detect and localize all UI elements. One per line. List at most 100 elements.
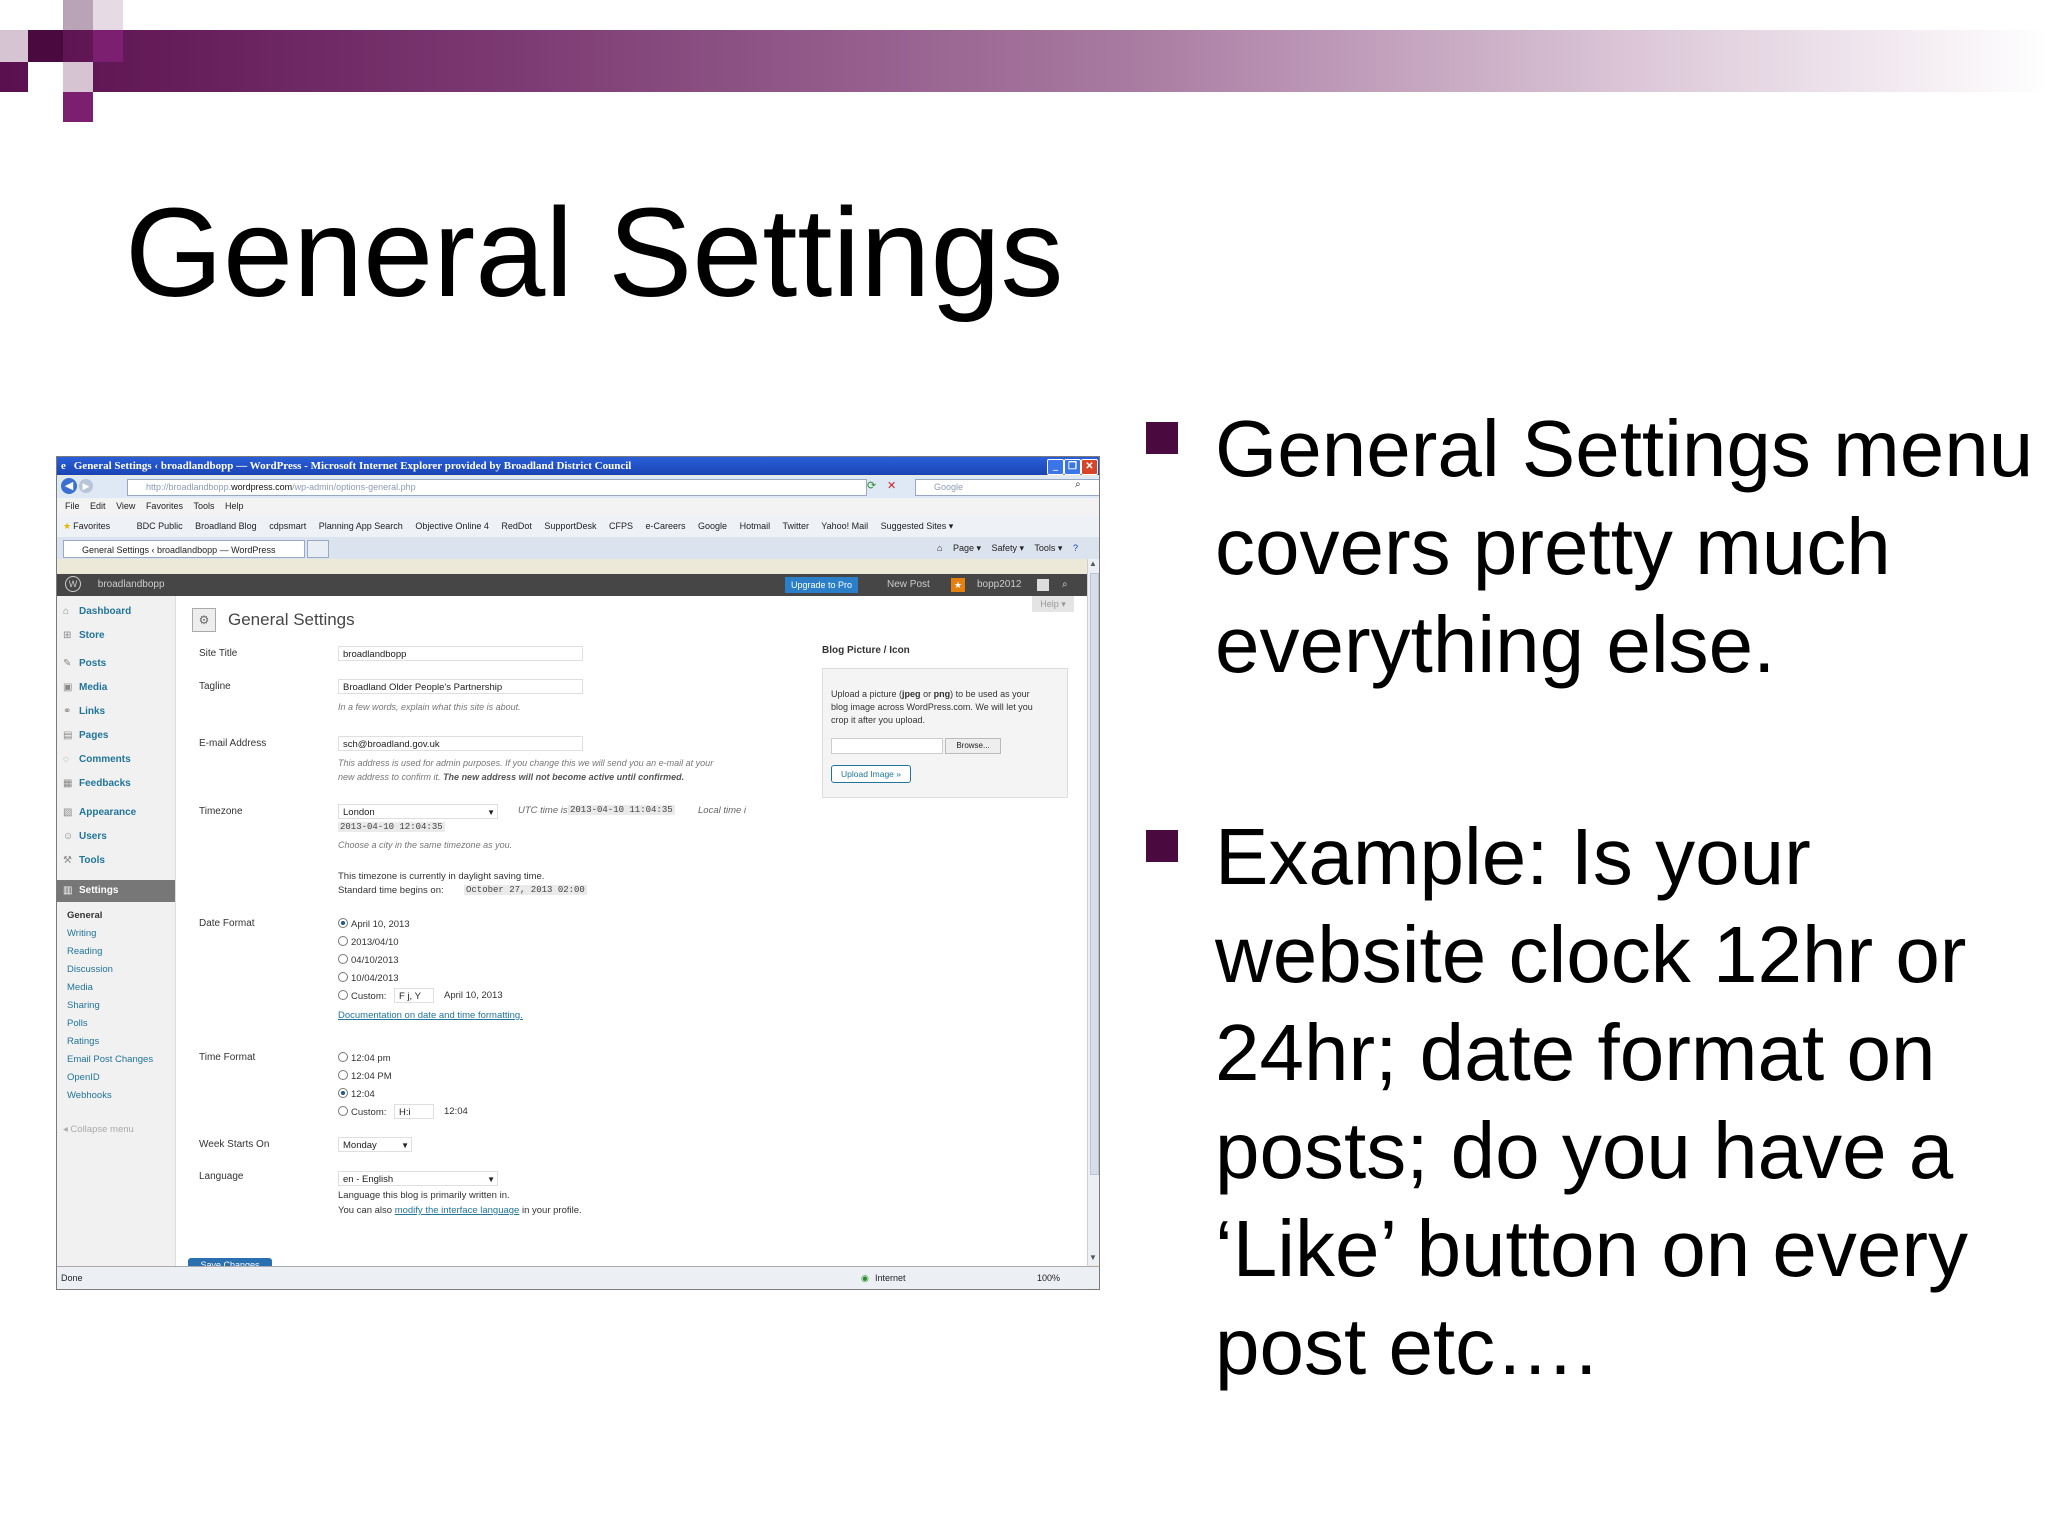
time-option-radio[interactable]: 12:04 [338, 1088, 375, 1100]
time-option-radio[interactable]: 12:04 pm [338, 1052, 391, 1064]
forward-icon[interactable]: ▶ [79, 479, 93, 493]
favorite-link[interactable]: Planning App Search [319, 521, 403, 531]
menu-help[interactable]: Help [225, 501, 244, 511]
admin-bar-user[interactable]: bopp2012 [977, 574, 1022, 596]
date-option-radio[interactable]: April 10, 2013 [338, 918, 410, 930]
sidebar-item-pages[interactable]: Pages [79, 730, 108, 741]
email-field[interactable]: sch@broadland.gov.uk [338, 736, 583, 751]
favorites-button[interactable]: Favorites [73, 521, 110, 531]
favorite-link[interactable]: Suggested Sites ▾ [881, 521, 954, 531]
sidebar-item-users[interactable]: Users [79, 831, 107, 842]
posts-icon: ✎ [63, 658, 72, 669]
time-option-radio[interactable]: 12:04 PM [338, 1070, 392, 1082]
home-icon[interactable]: ⌂ [937, 543, 942, 553]
submenu-discussion[interactable]: Discussion [67, 964, 113, 975]
avatar[interactable] [1037, 579, 1049, 591]
sidebar-item-feedbacks[interactable]: Feedbacks [79, 778, 131, 789]
submenu-sharing[interactable]: Sharing [67, 1000, 100, 1011]
back-icon[interactable]: ◀ [61, 478, 77, 494]
favorite-link[interactable]: Twitter [782, 521, 809, 531]
sidebar-item-settings[interactable]: Settings [79, 885, 118, 896]
date-option-radio[interactable]: 2013/04/10 [338, 936, 399, 948]
menu-view[interactable]: View [116, 501, 135, 511]
favorite-link[interactable]: e-Careers [646, 521, 686, 531]
upgrade-to-pro-button[interactable]: Upgrade to Pro [785, 577, 859, 593]
submenu-reading[interactable]: Reading [67, 946, 102, 957]
favorite-link[interactable]: BDC Public [137, 521, 183, 531]
upload-image-button[interactable]: Upload Image » [831, 765, 911, 783]
tagline-field[interactable]: Broadland Older People's Partnership [338, 679, 583, 694]
search-icon[interactable]: ⌕ [1075, 479, 1081, 490]
stop-icon[interactable]: ✕ [887, 479, 896, 492]
menu-file[interactable]: File [65, 501, 80, 511]
time-custom-field[interactable]: H:i [394, 1104, 434, 1119]
scroll-up-icon[interactable]: ▲ [1089, 559, 1097, 568]
notifications-icon[interactable]: ★ [951, 578, 965, 592]
admin-bar-site-name[interactable]: broadlandbopp [98, 579, 165, 590]
help-tab[interactable]: Help ▾ [1032, 596, 1074, 612]
zoom-level[interactable]: 100% [1037, 1267, 1060, 1289]
submenu-writing[interactable]: Writing [67, 928, 96, 939]
sidebar-item-appearance[interactable]: Appearance [79, 807, 136, 818]
menu-edit[interactable]: Edit [90, 501, 106, 511]
sidebar-item-links[interactable]: Links [79, 706, 105, 717]
timezone-select[interactable]: London ▼ [338, 804, 498, 819]
new-post-link[interactable]: New Post [887, 574, 930, 596]
browse-button[interactable]: Browse... [945, 738, 1001, 754]
page-menu[interactable]: Page ▾ [953, 543, 981, 553]
favorite-link[interactable]: SupportDesk [544, 521, 596, 531]
language-select[interactable]: en - English ▼ [338, 1171, 498, 1186]
help-icon[interactable]: ? [1073, 543, 1078, 553]
wordpress-logo-icon[interactable]: W [65, 576, 81, 593]
tools-menu[interactable]: Tools ▾ [1034, 543, 1062, 553]
tab-general-settings[interactable]: General Settings ‹ broadlandbopp — WordP… [63, 540, 305, 558]
favorite-link[interactable]: Google [698, 521, 727, 531]
sidebar-item-posts[interactable]: Posts [79, 658, 106, 669]
address-bar[interactable]: http://broadlandbopp.wordpress.com/wp-ad… [127, 479, 867, 496]
scroll-down-icon[interactable]: ▼ [1089, 1253, 1097, 1262]
date-option-radio[interactable]: 04/10/2013 [338, 954, 399, 966]
submenu-email-post-changes[interactable]: Email Post Changes [67, 1054, 153, 1065]
submenu-webhooks[interactable]: Webhooks [67, 1090, 112, 1101]
collapse-menu-button[interactable]: ◂ Collapse menu [63, 1124, 134, 1135]
menu-tools[interactable]: Tools [193, 501, 214, 511]
sidebar-item-comments[interactable]: Comments [79, 754, 131, 765]
submenu-media[interactable]: Media [67, 982, 93, 993]
sidebar-item-dashboard[interactable]: Dashboard [79, 606, 131, 617]
favorite-link[interactable]: Yahoo! Mail [821, 521, 868, 531]
favorite-link[interactable]: cdpsmart [269, 521, 306, 531]
new-tab-button[interactable] [307, 540, 329, 558]
sidebar-item-store[interactable]: Store [79, 630, 105, 641]
sidebar-item-media[interactable]: Media [79, 682, 107, 693]
week-starts-select[interactable]: Monday ▼ [338, 1137, 412, 1152]
date-option-radio[interactable]: 10/04/2013 [338, 972, 399, 984]
favorite-link[interactable]: Broadland Blog [195, 521, 257, 531]
sidebar-item-tools[interactable]: Tools [79, 855, 105, 866]
submenu-general[interactable]: General [67, 910, 102, 921]
submenu-ratings[interactable]: Ratings [67, 1036, 99, 1047]
standard-time: October 27, 2013 02:00 [464, 885, 587, 895]
admin-search-icon[interactable]: ⌕ [1062, 574, 1068, 596]
safety-menu[interactable]: Safety ▾ [992, 543, 1025, 553]
scrollbar[interactable]: ▲ ▼ [1087, 559, 1099, 1265]
modify-interface-language-link[interactable]: modify the interface language [395, 1205, 520, 1216]
time-custom-radio[interactable]: Custom: [338, 1106, 386, 1118]
submenu-polls[interactable]: Polls [67, 1018, 88, 1029]
refresh-icon[interactable]: ⟳ [867, 479, 876, 492]
favorite-link[interactable]: Objective Online 4 [415, 521, 489, 531]
favorite-link[interactable]: RedDot [501, 521, 532, 531]
favorite-link[interactable]: CFPS [609, 521, 633, 531]
menu-favorites[interactable]: Favorites [146, 501, 183, 511]
date-custom-field[interactable]: F j, Y [394, 988, 434, 1003]
favorite-link[interactable]: Hotmail [740, 521, 771, 531]
submenu-openid[interactable]: OpenID [67, 1072, 100, 1083]
file-input[interactable] [831, 738, 943, 754]
restore-icon[interactable]: ❐ [1064, 459, 1081, 475]
close-icon[interactable]: ✕ [1081, 459, 1098, 475]
scroll-thumb[interactable] [1090, 573, 1099, 1175]
date-doc-link[interactable]: Documentation on date and time formattin… [338, 1010, 523, 1021]
site-title-field[interactable]: broadlandbopp [338, 646, 583, 661]
date-custom-radio[interactable]: Custom: [338, 990, 386, 1002]
minimize-icon[interactable]: _ [1047, 459, 1064, 475]
search-input[interactable]: Google [915, 479, 1099, 496]
